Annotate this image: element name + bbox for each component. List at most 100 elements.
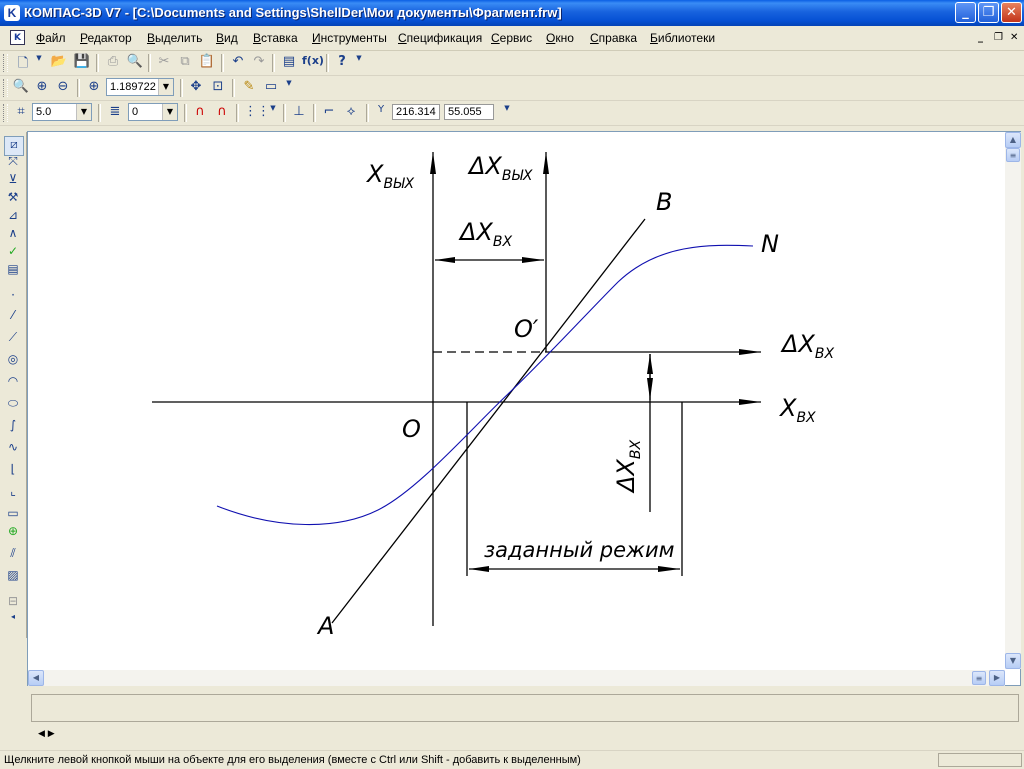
menu-view[interactable]: Вид	[216, 31, 238, 45]
coords-dropdown-icon[interactable]: ▼	[498, 104, 516, 122]
open-folder-icon[interactable]: 📂	[50, 54, 68, 72]
local-cs-icon[interactable]: ⊥	[290, 104, 308, 122]
geometry-panel-icon[interactable]: ⧄	[4, 136, 24, 156]
extra-tool-icon[interactable]: ⊟	[4, 594, 22, 612]
grid-icon[interactable]: ⋮⋮	[244, 104, 270, 122]
function-icon[interactable]: f(x)	[302, 54, 324, 72]
equidistant-tool-icon[interactable]: ⫽	[4, 546, 22, 564]
parametrization-panel-icon[interactable]: ⊿	[4, 208, 22, 226]
circle-tool-icon[interactable]: ◎	[4, 352, 22, 370]
menu-insert[interactable]: Вставка	[253, 31, 298, 45]
zoom-out-icon[interactable]: ⊖	[54, 79, 72, 97]
menu-tools[interactable]: Инструменты	[312, 31, 387, 45]
refresh-icon[interactable]: ✎	[240, 79, 258, 97]
drawing-canvas[interactable]: XВЫХ ΔXВЫХ ΔXВХ B N O′ ΔXВХ O XВХ ΔXВХ з…	[28, 132, 1020, 685]
menu-window[interactable]: Окно	[546, 31, 574, 45]
scroll-up-icon[interactable]: ▲	[1005, 132, 1021, 148]
menu-specification[interactable]: Спецификация	[398, 31, 482, 45]
edit-panel-icon[interactable]: ⚒	[4, 190, 22, 208]
layers-icon[interactable]: ≣	[106, 104, 124, 122]
aux-line-tool-icon[interactable]: ⁄	[4, 308, 22, 326]
cut-icon[interactable]: ✂	[155, 54, 173, 72]
toolbar-grip[interactable]	[3, 104, 8, 122]
zoom-in-icon[interactable]: ⊕	[33, 79, 51, 97]
scroll-left-icon[interactable]: ◀	[28, 670, 44, 686]
rectangle-tool-icon[interactable]: ▭	[4, 506, 22, 524]
cursor-y-field[interactable]: 55.055	[444, 104, 494, 120]
segment-tool-icon[interactable]: ⟋	[4, 330, 22, 348]
paste-icon[interactable]: 📋	[198, 54, 216, 72]
print-icon[interactable]: ⎙	[104, 54, 122, 72]
help-dropdown-icon[interactable]: ▼	[350, 54, 368, 72]
zoom-all-icon[interactable]: ⊡	[209, 79, 227, 97]
chevron-down-icon[interactable]: ▼	[162, 104, 177, 120]
toolbar-grip[interactable]	[3, 54, 8, 72]
select-panel-icon[interactable]: ✓	[4, 244, 22, 262]
snap-magnet-icon[interactable]: ∩	[191, 104, 209, 122]
polyline-tool-icon[interactable]: ∿	[4, 440, 22, 458]
hatch-tool-icon[interactable]: ▨	[4, 568, 22, 586]
new-dropdown-icon[interactable]: ▼	[30, 54, 48, 72]
dimensions-panel-icon[interactable]: ⤧	[4, 154, 22, 172]
minimize-button[interactable]: _	[955, 2, 976, 23]
vertical-scrollbar[interactable]: ▲ ≡ ▼	[1005, 132, 1021, 669]
close-button[interactable]: ✕	[1001, 2, 1022, 23]
zoom-value: 1.189722	[110, 81, 156, 93]
menu-file[interactable]: Файл	[36, 31, 66, 45]
zoom-scale-icon[interactable]: ⊕	[85, 79, 103, 97]
spline-tool-icon[interactable]: ∫	[4, 418, 22, 436]
kompas-app-icon[interactable]: K	[4, 5, 20, 21]
chamfer-tool-icon[interactable]: ⌊	[4, 462, 22, 480]
point-tool-icon[interactable]: ·	[4, 288, 22, 306]
zoom-combo[interactable]: 1.189722 ▼	[106, 78, 174, 96]
fillet-tool-icon[interactable]: ⌞	[4, 484, 22, 502]
display-mode-icon[interactable]: ▭	[262, 79, 280, 97]
undo-icon[interactable]: ↶	[229, 54, 247, 72]
horizontal-scroll-thumb[interactable]: ≡	[972, 671, 986, 685]
redo-icon[interactable]: ↷	[250, 54, 268, 72]
doc-close-icon[interactable]: ✕	[1010, 32, 1018, 43]
menu-select[interactable]: Выделить	[147, 31, 202, 45]
pan-icon[interactable]: ✥	[187, 79, 205, 97]
cursor-x-field[interactable]: 216.314	[392, 104, 440, 120]
local-snap-icon[interactable]: ∩	[213, 104, 231, 122]
doc-minimize-icon[interactable]: _	[978, 32, 983, 43]
scroll-down-icon[interactable]: ▼	[1005, 653, 1021, 669]
ortho-mode-icon[interactable]: ⌐	[320, 104, 338, 122]
menu-help[interactable]: Справка	[590, 31, 637, 45]
print-preview-icon[interactable]: 🔍	[126, 54, 144, 72]
manager-icon[interactable]: ▤	[280, 54, 298, 72]
menu-edit[interactable]: Редактор	[80, 31, 132, 45]
more-tools-icon[interactable]: ◂	[4, 612, 22, 630]
display-dropdown-icon[interactable]: ▼	[280, 79, 298, 97]
contour-tool-icon[interactable]: ⊕	[4, 524, 22, 542]
help-pointer-icon[interactable]: ?	[333, 54, 351, 72]
doc-restore-icon[interactable]: ❐	[994, 32, 1003, 43]
chevron-down-icon[interactable]: ▼	[158, 79, 173, 95]
drawing-area[interactable]: XВЫХ ΔXВЫХ ΔXВХ B N O′ ΔXВХ O XВХ ΔXВХ з…	[27, 131, 1021, 686]
parametric-icon[interactable]: ⟡	[342, 104, 360, 122]
menu-libraries[interactable]: Библиотеки	[650, 31, 715, 45]
chevron-down-icon[interactable]: ▼	[76, 104, 91, 120]
toolbar-grip[interactable]	[3, 79, 8, 97]
restore-button[interactable]: ❐	[978, 2, 999, 23]
spec-panel-icon[interactable]: ▤	[4, 262, 22, 280]
cursor-step-icon[interactable]: ⌗	[12, 104, 30, 122]
panel-next-icon[interactable]: ▶	[48, 729, 55, 739]
ellipse-tool-icon[interactable]: ⬭	[4, 396, 22, 414]
grid-dropdown-icon[interactable]: ▼	[264, 104, 282, 122]
layer-combo[interactable]: 0 ▼	[128, 103, 178, 121]
save-icon[interactable]: 💾	[73, 54, 91, 72]
menu-service[interactable]: Сервис	[491, 31, 532, 45]
horizontal-scrollbar[interactable]: ◀ ≡ ▶	[28, 670, 1005, 686]
zoom-window-icon[interactable]: 🔍	[12, 79, 30, 97]
document-menu-icon[interactable]: K	[10, 30, 25, 45]
arc-tool-icon[interactable]: ◠	[4, 374, 22, 392]
measure-panel-icon[interactable]: ∧	[4, 226, 22, 244]
symbols-panel-icon[interactable]: ⊻	[4, 172, 22, 190]
step-combo[interactable]: 5.0 ▼	[32, 103, 92, 121]
scroll-right-icon[interactable]: ▶	[989, 670, 1005, 686]
panel-prev-icon[interactable]: ◀	[38, 729, 45, 739]
vertical-scroll-thumb[interactable]: ≡	[1006, 148, 1020, 162]
copy-icon[interactable]: ⧉	[176, 54, 194, 72]
